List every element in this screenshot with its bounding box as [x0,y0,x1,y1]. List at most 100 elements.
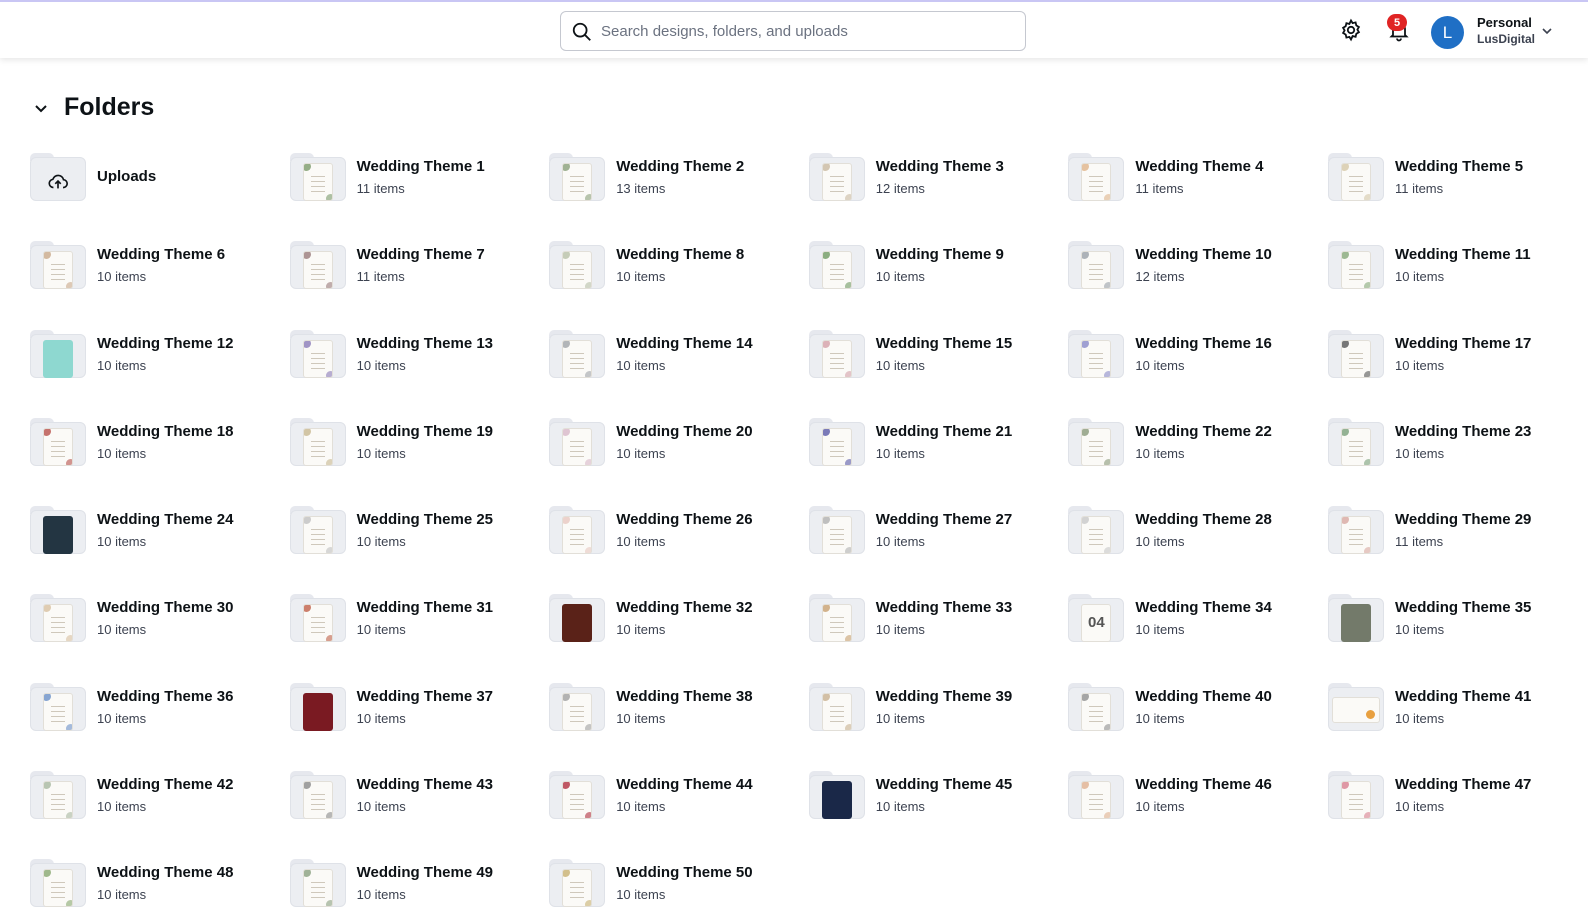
chevron-down-icon[interactable] [1540,24,1554,38]
folder-card[interactable]: Wedding Theme 12 10 items [30,329,290,418]
folder-card[interactable]: Wedding Theme 21 10 items [808,417,1069,506]
folder-title: Wedding Theme 2 [616,158,745,175]
folder-card[interactable]: Wedding Theme 47 10 items [1327,771,1588,859]
folder-card[interactable]: Wedding Theme 2 13 items [549,153,809,241]
folder-title: Wedding Theme 35 [1394,599,1532,617]
folder-title: Wedding Theme 43 [356,776,494,794]
folder-meta: Wedding Theme 19 10 items [357,418,493,461]
folder-icon [30,594,86,644]
folder-card[interactable]: Wedding Theme 32 10 items [549,594,809,682]
folder-card[interactable]: Wedding Theme 40 10 items [1068,682,1328,771]
cloud-upload-icon [48,174,68,189]
folder-icon [289,859,346,909]
folder-card[interactable]: Wedding Theme 22 10 items [1068,417,1328,506]
folder-thumbnail [562,604,593,643]
folder-card[interactable]: Wedding Theme 31 10 items [289,594,550,682]
folder-card[interactable]: Wedding Theme 43 10 items [289,771,550,859]
folder-thumbnail [821,339,852,378]
folder-card[interactable]: Wedding Theme 35 10 items [1327,594,1588,682]
folder-card[interactable]: Wedding Theme 9 10 items [808,241,1069,329]
folder-card[interactable]: Wedding Theme 1 11 items [289,153,550,241]
folder-card[interactable]: Wedding Theme 45 10 items [808,771,1069,859]
search-box[interactable] [560,11,1026,51]
top-bar: 5 L Personal LusDigital [0,0,1588,58]
search-input[interactable] [601,12,1011,50]
folder-card[interactable]: Wedding Theme 14 10 items [549,329,809,418]
folder-card[interactable]: Wedding Theme 27 10 items [808,506,1069,594]
folder-icon [1068,241,1125,291]
folder-card[interactable]: Wedding Theme 3 12 items [808,153,1069,241]
folder-title: Wedding Theme 48 [97,864,234,882]
folder-card[interactable]: Wedding Theme 42 10 items [30,771,290,859]
folder-icon [549,506,606,556]
folder-item-count: 10 items [875,534,925,550]
folder-card[interactable]: Wedding Theme 8 10 items [549,241,809,329]
folder-icon [549,329,606,380]
folder-card[interactable]: 04 Wedding Theme 34 10 items [1068,594,1328,682]
folder-meta: Wedding Theme 29 11 items [1395,506,1531,549]
folder-card[interactable]: Wedding Theme 4 11 items [1068,153,1328,241]
folder-title: Wedding Theme 17 [1394,334,1532,352]
folder-item-count: 10 items [97,622,147,638]
folder-card[interactable]: Wedding Theme 18 10 items [30,417,290,506]
uploads-folder[interactable]: Uploads [30,153,290,241]
folder-card[interactable]: Wedding Theme 25 10 items [289,506,550,594]
folder-meta: Wedding Theme 6 10 items [97,241,225,284]
folder-card[interactable]: Wedding Theme 50 10 items [549,859,809,918]
folder-card[interactable]: Wedding Theme 44 10 items [549,771,809,859]
folder-meta: Wedding Theme 2 13 items [616,153,744,196]
folder-card[interactable]: Wedding Theme 36 10 items [30,682,290,771]
folder-icon [1327,594,1384,644]
folder-card[interactable]: Wedding Theme 15 10 items [808,329,1069,418]
avatar[interactable]: L [1431,16,1464,49]
folder-icon [549,241,606,291]
folder-thumbnail [1331,696,1380,723]
folder-thumbnail [821,163,852,201]
folder-meta: Wedding Theme 33 10 items [876,594,1012,637]
folder-card[interactable]: Wedding Theme 16 10 items [1068,329,1328,418]
folder-item-count: 10 items [616,269,666,285]
chevron-down-icon[interactable] [32,99,50,117]
folder-card[interactable]: Wedding Theme 38 10 items [549,682,809,771]
folder-card[interactable]: Wedding Theme 5 11 items [1327,153,1588,241]
folder-card[interactable]: Wedding Theme 41 10 items [1327,682,1588,771]
folder-card[interactable]: Wedding Theme 11 10 items [1327,241,1588,329]
folder-title: Wedding Theme 37 [356,687,494,705]
account-switcher[interactable]: Personal LusDigital [1477,15,1535,46]
folder-item-count: 10 items [1135,799,1185,815]
folder-meta: Wedding Theme 9 10 items [876,241,1004,284]
folder-meta: Wedding Theme 12 10 items [97,330,233,373]
folder-title: Wedding Theme 27 [875,511,1013,529]
folder-card[interactable]: Wedding Theme 33 10 items [808,594,1069,682]
settings-button[interactable] [1335,14,1367,46]
folder-thumbnail [43,427,73,466]
folder-card[interactable]: Wedding Theme 19 10 items [289,417,550,506]
folder-card[interactable]: Wedding Theme 23 10 items [1327,417,1588,506]
folder-card[interactable]: Wedding Theme 37 10 items [289,682,550,771]
folder-meta: Wedding Theme 48 10 items [97,859,233,902]
folder-card[interactable]: Wedding Theme 7 11 items [289,241,550,329]
folder-meta: Wedding Theme 15 10 items [876,330,1012,373]
folder-item-count: 11 items [356,269,405,285]
folder-icon [549,771,606,821]
folder-title: Wedding Theme 33 [875,599,1013,617]
folder-title: Wedding Theme 9 [875,246,1004,264]
folder-card[interactable]: Wedding Theme 17 10 items [1327,329,1588,418]
folder-title: Wedding Theme 12 [97,334,234,352]
folder-card[interactable]: Wedding Theme 30 10 items [30,594,290,682]
folder-card[interactable]: Wedding Theme 26 10 items [549,506,809,594]
folder-card[interactable]: Wedding Theme 6 10 items [30,241,290,329]
folder-card[interactable]: Wedding Theme 39 10 items [808,682,1069,771]
folder-card[interactable]: Wedding Theme 29 11 items [1327,506,1588,594]
folder-meta: Wedding Theme 46 10 items [1135,771,1271,814]
folder-card[interactable]: Wedding Theme 46 10 items [1068,771,1328,859]
folder-card[interactable]: Wedding Theme 28 10 items [1068,506,1328,594]
folder-card[interactable]: Wedding Theme 20 10 items [549,417,809,506]
folder-card[interactable]: Wedding Theme 13 10 items [289,329,550,418]
folder-meta: Wedding Theme 32 10 items [616,594,752,637]
folder-card[interactable]: Wedding Theme 49 10 items [289,859,550,918]
folder-card[interactable]: Wedding Theme 24 10 items [30,506,290,594]
folder-card[interactable]: Wedding Theme 48 10 items [30,859,290,918]
folder-card[interactable]: Wedding Theme 10 12 items [1068,241,1328,329]
folder-icon [1068,153,1125,203]
